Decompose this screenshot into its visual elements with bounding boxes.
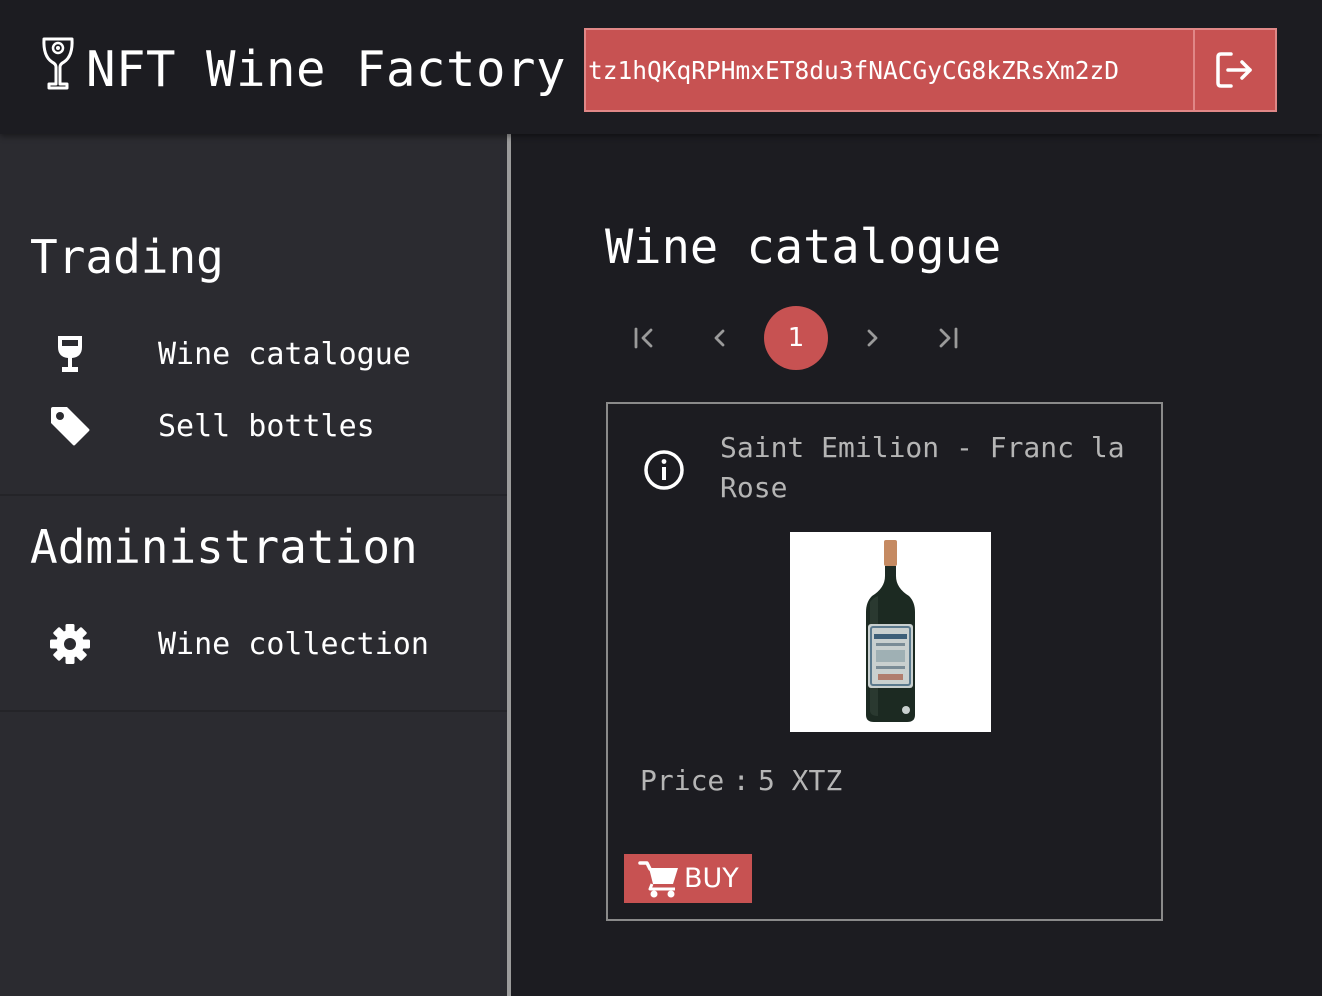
sidebar-item-wine-collection[interactable]: Wine collection — [0, 614, 507, 674]
sidebar-item-label: Wine collection — [158, 626, 429, 662]
tag-icon — [48, 404, 92, 448]
next-page-button[interactable] — [840, 306, 904, 370]
buy-button[interactable]: BUY — [624, 854, 752, 903]
sidebar-section-title-administration: Administration — [30, 520, 418, 574]
sidebar-item-label: Sell bottles — [158, 408, 375, 444]
app-header: NFT Wine Factory tz1hQKqRPHmxET8du3fNACG… — [0, 0, 1322, 134]
current-page-button[interactable]: 1 — [764, 306, 828, 370]
cart-icon — [638, 860, 678, 897]
first-page-icon — [634, 327, 653, 349]
last-page-icon — [939, 327, 958, 349]
wallet-box: tz1hQKqRPHmxET8du3fNACGyCG8kZRsXm2zD — [584, 28, 1277, 112]
prev-page-button[interactable] — [688, 306, 752, 370]
page-title: Wine catalogue — [605, 220, 1002, 275]
price-value: 5 XTZ — [757, 764, 843, 797]
wallet-address[interactable]: tz1hQKqRPHmxET8du3fNACGyCG8kZRsXm2zD — [586, 30, 1193, 110]
price-separator: : — [732, 764, 750, 797]
price-label: Price — [640, 764, 725, 797]
prev-page-icon — [714, 329, 725, 347]
gear-icon — [48, 622, 92, 666]
next-page-icon — [867, 329, 878, 347]
wine-card: Saint Emilion - Franc la Rose Price:5 XT… — [606, 402, 1163, 921]
main-content: Wine catalogue 1 Saint Emilion - Franc l… — [511, 134, 1322, 996]
app-title: NFT Wine Factory — [86, 41, 567, 98]
wine-glass-logo-icon — [42, 37, 74, 90]
sidebar-item-sell-bottles[interactable]: Sell bottles — [0, 396, 507, 456]
wine-name: Saint Emilion - Franc la Rose — [720, 431, 1125, 504]
wine-glass-icon — [48, 332, 92, 376]
sidebar-item-label: Wine catalogue — [158, 336, 411, 372]
sidebar-section-title-trading: Trading — [30, 230, 224, 284]
last-page-button[interactable] — [916, 306, 980, 370]
wine-price: Price:5 XTZ — [640, 764, 842, 797]
sidebar-divider — [0, 494, 507, 496]
buy-label: BUY — [684, 863, 739, 894]
first-page-button[interactable] — [612, 306, 676, 370]
sidebar: Trading Wine catalogue Sell bottles Admi… — [0, 134, 507, 996]
wine-bottle-image — [790, 532, 991, 732]
sidebar-item-wine-catalogue[interactable]: Wine catalogue — [0, 324, 507, 384]
sidebar-divider — [0, 710, 507, 712]
logout-icon — [1216, 52, 1252, 88]
logout-button[interactable] — [1193, 30, 1275, 110]
info-icon[interactable] — [642, 448, 686, 492]
